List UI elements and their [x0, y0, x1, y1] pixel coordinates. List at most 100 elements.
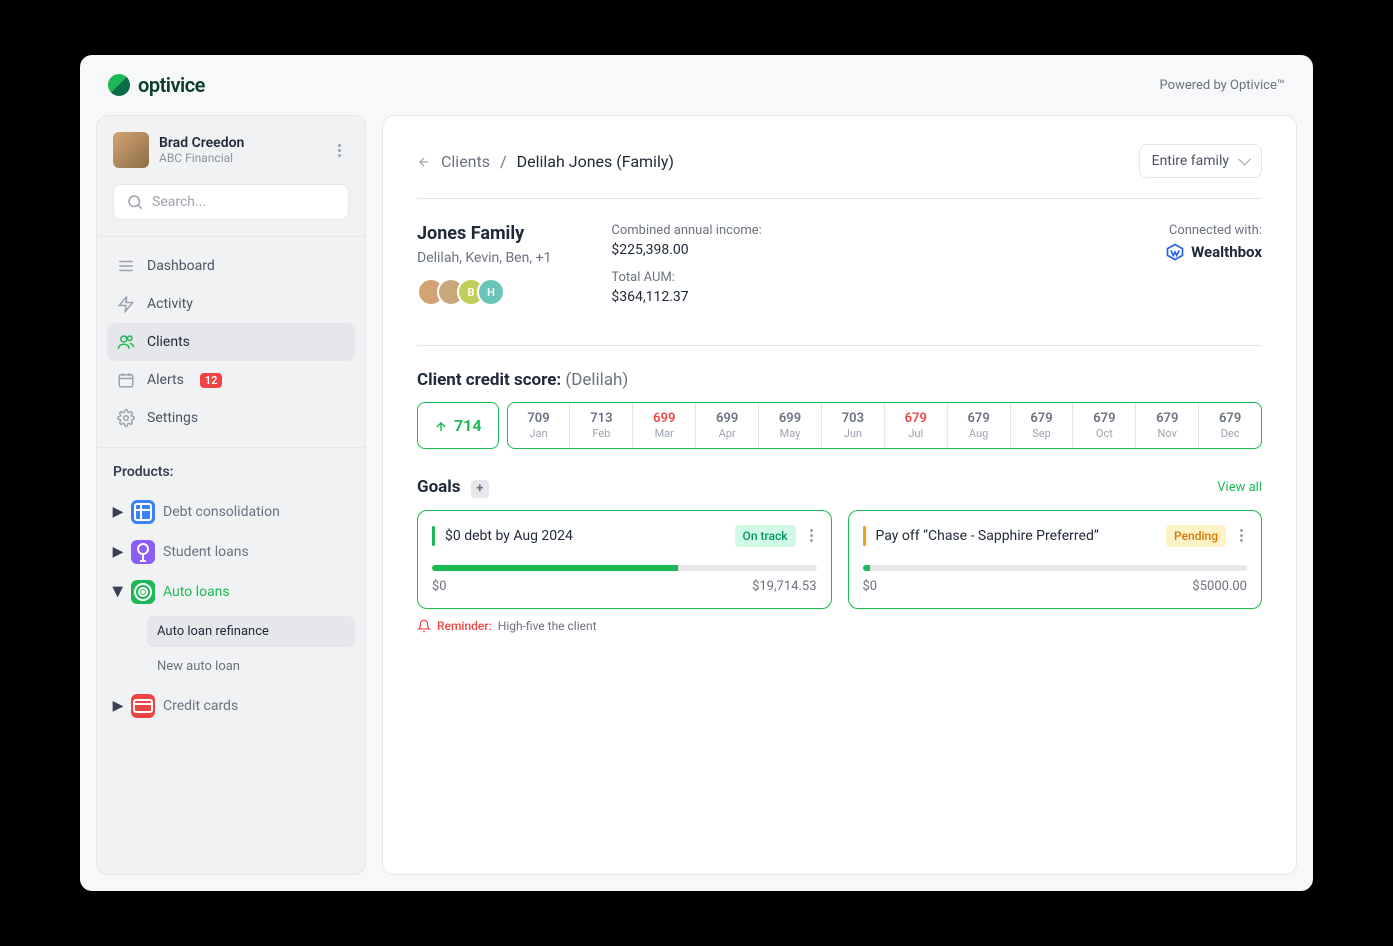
arrow-up-icon: [434, 419, 448, 433]
product-debt-consolidation[interactable]: ▶ Debt consolidation: [107, 492, 355, 532]
goal-progress-bar: [863, 565, 1248, 571]
goal-card[interactable]: $0 debt by Aug 2024On track$0$19,714.53: [417, 510, 832, 609]
nav-activity-label: Activity: [147, 296, 193, 312]
alerts-badge: 12: [200, 373, 223, 388]
income-value: $225,398.00: [611, 242, 761, 258]
search-input[interactable]: [152, 194, 336, 210]
goal-high: $5000.00: [1192, 579, 1247, 594]
reminder-label: Reminder:: [437, 619, 492, 633]
add-goal-button[interactable]: +: [471, 480, 489, 498]
dashboard-icon: [117, 257, 135, 275]
credit-month-label: Oct: [1073, 427, 1135, 440]
credit-current-score: 714: [417, 402, 499, 449]
goal-card[interactable]: Pay off “Chase - Sapphire Preferred” Pend…: [848, 510, 1263, 609]
search-box[interactable]: [113, 184, 349, 220]
product-credit-cards[interactable]: ▶ Credit cards: [107, 686, 355, 726]
products-heading: Products:: [107, 464, 355, 480]
family-filter-select[interactable]: Entire family: [1139, 144, 1262, 178]
search-icon: [126, 193, 144, 211]
product-auto-refinance[interactable]: Auto loan refinance: [147, 616, 355, 647]
breadcrumb: Clients / Delilah Jones (Family): [417, 152, 674, 171]
user-name: Brad Creedon: [159, 135, 244, 151]
credit-month[interactable]: 699Apr: [696, 403, 759, 448]
nav-activity[interactable]: Activity: [107, 285, 355, 323]
connected-integration[interactable]: Wealthbox: [1165, 242, 1262, 262]
sidebar: Brad Creedon ABC Financial Dashboard: [96, 115, 366, 875]
credit-month[interactable]: 713Feb: [570, 403, 633, 448]
credit-section-title: Client credit score: (Delilah): [417, 370, 1262, 390]
family-avatars: B H: [417, 278, 551, 306]
goal-menu-kebab-icon[interactable]: [806, 525, 817, 546]
nav-alerts[interactable]: Alerts 12: [107, 361, 355, 399]
income-label: Combined annual income:: [611, 223, 761, 238]
user-avatar[interactable]: [113, 132, 149, 168]
credit-month[interactable]: 679Nov: [1136, 403, 1199, 448]
nav-settings[interactable]: Settings: [107, 399, 355, 437]
goal-low: $0: [863, 579, 878, 594]
family-filter-value: Entire family: [1152, 153, 1229, 169]
credit-month[interactable]: 679Oct: [1073, 403, 1136, 448]
auto-icon: [131, 580, 155, 604]
breadcrumb-parent[interactable]: Clients: [441, 152, 490, 171]
product-auto-label: Auto loans: [163, 584, 230, 600]
credit-month[interactable]: 699May: [759, 403, 822, 448]
goal-accent-bar: [863, 526, 866, 546]
credit-month-label: Jun: [822, 427, 884, 440]
student-icon: [131, 540, 155, 564]
credit-month[interactable]: 703Jun: [822, 403, 885, 448]
aum-label: Total AUM:: [611, 270, 761, 285]
back-arrow-icon[interactable]: [417, 154, 431, 168]
credit-current-value: 714: [454, 416, 482, 435]
credit-month[interactable]: 679Dec: [1199, 403, 1261, 448]
nav-alerts-label: Alerts: [147, 372, 184, 388]
goal-accent-bar: [432, 526, 435, 546]
activity-icon: [117, 295, 135, 313]
caret-right-icon: ▶: [113, 544, 123, 560]
credit-month-label: Mar: [633, 427, 695, 440]
bell-icon: [417, 619, 431, 633]
user-menu-kebab-icon[interactable]: [330, 136, 349, 165]
credit-month-value: 679: [1073, 411, 1135, 426]
family-members: Delilah, Kevin, Ben, +1: [417, 250, 551, 266]
credit-month-value: 699: [633, 411, 695, 426]
credit-month[interactable]: 679Aug: [948, 403, 1011, 448]
product-student-loans[interactable]: ▶ Student loans: [107, 532, 355, 572]
goal-name: $0 debt by Aug 2024: [445, 528, 725, 544]
goal-progress-bar: [432, 565, 817, 571]
product-debt-label: Debt consolidation: [163, 504, 280, 520]
credit-month-value: 699: [759, 411, 821, 426]
goal-menu-kebab-icon[interactable]: [1236, 525, 1247, 546]
credit-icon: [131, 694, 155, 718]
nav-dashboard-label: Dashboard: [147, 258, 215, 274]
credit-month-value: 679: [885, 411, 947, 426]
brand-name: optivice: [138, 73, 205, 97]
goal-status-badge: Pending: [1166, 525, 1226, 547]
product-student-label: Student loans: [163, 544, 249, 560]
credit-month[interactable]: 679Sep: [1011, 403, 1074, 448]
credit-month-label: Jul: [885, 427, 947, 440]
brand-logo: optivice: [108, 73, 205, 97]
nav-dashboard[interactable]: Dashboard: [107, 247, 355, 285]
nav-settings-label: Settings: [147, 410, 198, 426]
credit-month[interactable]: 709Jan: [508, 403, 571, 448]
main-panel: Clients / Delilah Jones (Family) Entire …: [382, 115, 1297, 875]
credit-month[interactable]: 699Mar: [633, 403, 696, 448]
credit-month-value: 703: [822, 411, 884, 426]
credit-months: 709Jan713Feb699Mar699Apr699May703Jun679J…: [507, 402, 1262, 449]
credit-month-value: 679: [1011, 411, 1073, 426]
credit-month[interactable]: 679Jul: [885, 403, 948, 448]
view-all-goals-link[interactable]: View all: [1217, 480, 1262, 495]
product-auto-new[interactable]: New auto loan: [147, 651, 355, 682]
user-org: ABC Financial: [159, 151, 244, 165]
goal-name: Pay off “Chase - Sapphire Preferred”: [876, 528, 1157, 544]
nav-clients-label: Clients: [147, 334, 190, 350]
caret-down-icon: ▶: [110, 587, 126, 597]
nav-clients[interactable]: Clients: [107, 323, 355, 361]
goal-status-badge: On track: [735, 525, 796, 547]
credit-month-label: Nov: [1136, 427, 1198, 440]
product-auto-loans[interactable]: ▶ Auto loans: [107, 572, 355, 612]
goal-high: $19,714.53: [752, 579, 816, 594]
clients-icon: [117, 333, 135, 351]
avatar[interactable]: H: [477, 278, 505, 306]
credit-month-label: May: [759, 427, 821, 440]
